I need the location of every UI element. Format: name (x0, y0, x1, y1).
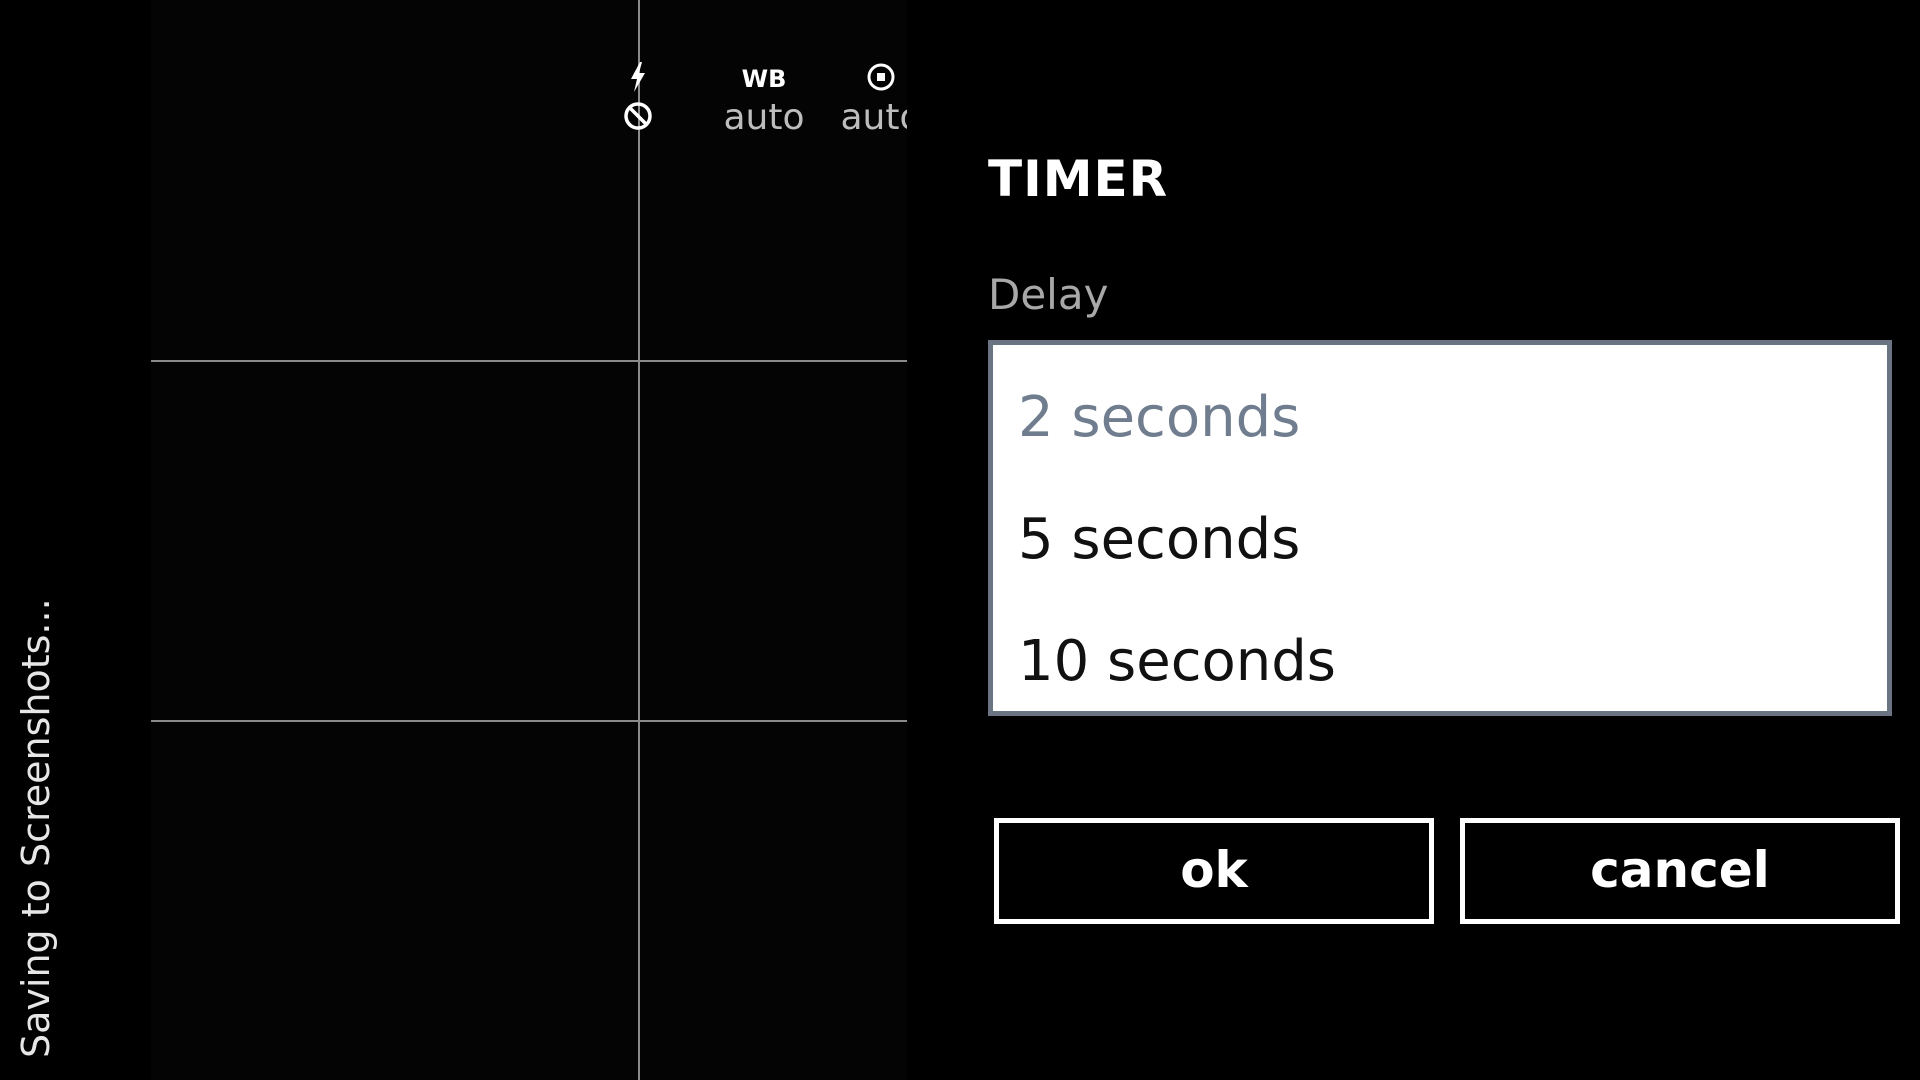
metering-indicator[interactable]: auto (833, 62, 907, 140)
delay-option-5-seconds[interactable]: 5 seconds (1018, 507, 1300, 572)
delay-label: Delay (988, 270, 1109, 319)
delay-picker[interactable]: 2 seconds 5 seconds 10 seconds (988, 340, 1892, 716)
saving-status-text: Saving to Screenshots... (14, 598, 58, 1058)
metering-icon (833, 62, 907, 96)
ok-button[interactable]: ok (994, 818, 1434, 924)
white-balance-indicator[interactable]: WB auto (716, 62, 812, 140)
grid-line-horizontal-bottom (151, 720, 907, 722)
flash-icon (618, 62, 658, 96)
camera-viewfinder[interactable]: WB auto auto (151, 0, 907, 1080)
flash-off-icon (618, 96, 658, 144)
metering-value: auto (840, 97, 907, 138)
white-balance-value: auto (723, 97, 805, 138)
grid-line-horizontal-top (151, 360, 907, 362)
delay-option-10-seconds[interactable]: 10 seconds (1018, 629, 1336, 694)
flash-indicator[interactable] (618, 62, 658, 144)
delay-option-2-seconds[interactable]: 2 seconds (1018, 385, 1300, 450)
cancel-button[interactable]: cancel (1460, 818, 1900, 924)
white-balance-label: WB (741, 65, 787, 93)
timer-title: TIMER (988, 150, 1169, 208)
grid-line-vertical (638, 0, 640, 1080)
